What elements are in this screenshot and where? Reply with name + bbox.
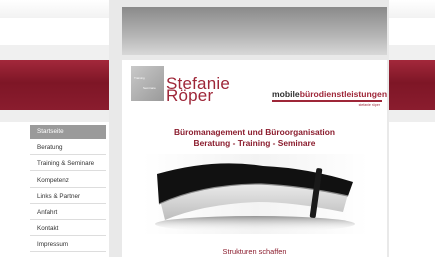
- section-title: Strukturen schaffen: [222, 247, 287, 256]
- brand-wordmark: mobilebürodienstleistungen: [272, 89, 387, 99]
- sidebar-nav: Startseite Beratung Training & Seminare …: [30, 125, 106, 255]
- brand-underline: [272, 100, 382, 102]
- notebook-image: [143, 154, 368, 234]
- logo-box-label-seminare: Seminare: [143, 86, 156, 90]
- logo-name: Stefanie Röper: [166, 75, 230, 104]
- heading-line-1: Büromanagement und Büroorganisation: [174, 127, 335, 137]
- main-heading: Büromanagement und Büroorganisation Bera…: [122, 127, 387, 149]
- brand-subtitle: stefanie röper: [358, 103, 380, 107]
- logo-box-label-training: Training: [134, 76, 145, 80]
- nav-item-links-partner[interactable]: Links & Partner: [30, 190, 106, 204]
- nav-item-training-seminare[interactable]: Training & Seminare: [30, 157, 106, 172]
- brand-part-mobile: mobile: [272, 89, 300, 99]
- nav-item-beratung[interactable]: Beratung: [30, 141, 106, 156]
- logo-box: Training Seminare: [130, 65, 165, 102]
- nav-item-startseite[interactable]: Startseite: [30, 125, 106, 139]
- heading-line-2: Beratung - Training - Seminare: [193, 138, 316, 148]
- nav-item-kompetenz[interactable]: Kompetenz: [30, 174, 106, 188]
- nav-item-impressum[interactable]: Impressum: [30, 238, 106, 253]
- nav-item-kontakt[interactable]: Kontakt: [30, 222, 106, 237]
- top-header-banner: [122, 7, 387, 55]
- nav-item-anfahrt[interactable]: Anfahrt: [30, 206, 106, 220]
- brand-part-service: bürodienstleistungen: [299, 89, 388, 99]
